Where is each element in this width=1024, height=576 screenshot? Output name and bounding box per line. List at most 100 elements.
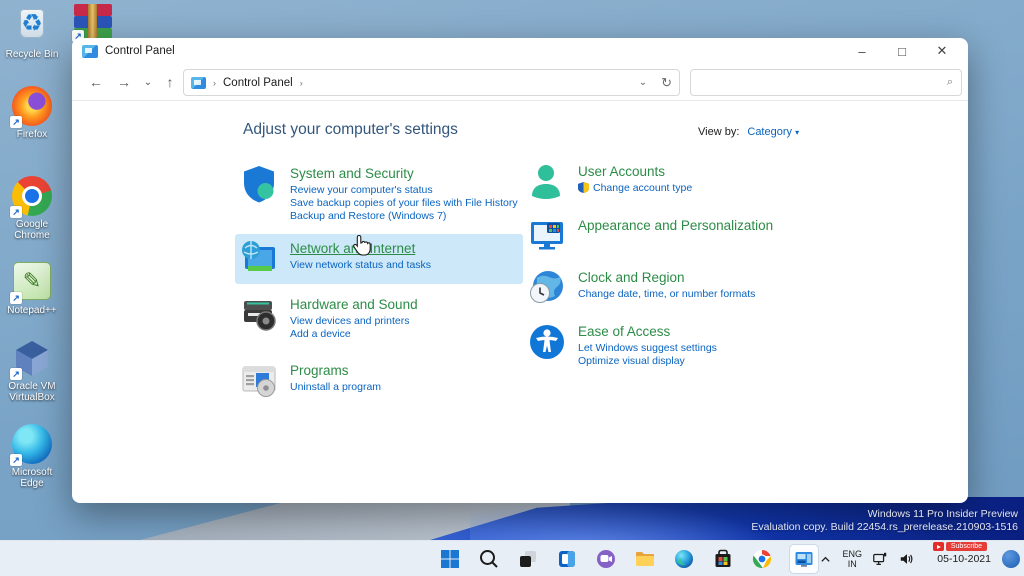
start-button[interactable] (438, 547, 462, 571)
category-link[interactable]: Uninstall a program (290, 381, 381, 394)
insider-watermark: Windows 11 Pro Insider Preview Evaluatio… (751, 508, 1018, 534)
hardware-sound-icon[interactable] (239, 295, 279, 335)
desktop-icon-microsoft-edge[interactable]: ↗ Microsoft Edge (2, 424, 62, 489)
desktop-icon-google-chrome[interactable]: ↗ Google Chrome (2, 176, 62, 241)
page-heading: Adjust your computer's settings (243, 121, 458, 139)
category-link[interactable]: View network status and tasks (290, 259, 431, 272)
category-link[interactable]: Backup and Restore (Windows 7) (290, 210, 518, 223)
address-dropdown-icon[interactable]: ⌄ (639, 77, 647, 88)
title-bar[interactable]: Control Panel – □ ✕ (72, 38, 968, 64)
appearance-personalization-icon[interactable] (527, 216, 567, 256)
user-accounts-icon[interactable] (527, 162, 567, 202)
category-link[interactable]: Change date, time, or number formats (578, 288, 755, 301)
category-title[interactable]: Programs (290, 363, 349, 378)
volume-icon[interactable] (898, 547, 916, 571)
recent-locations-button[interactable]: ⌄ (136, 69, 160, 95)
channel-avatar-overlay (1002, 550, 1020, 568)
category-link[interactable]: View devices and printers (290, 315, 418, 328)
language-indicator[interactable]: ENGIN (842, 549, 862, 569)
category-title[interactable]: Appearance and Personalization (578, 218, 773, 233)
desktop-icon-virtualbox[interactable]: ↗ Oracle VM VirtualBox (2, 338, 62, 403)
close-button[interactable]: ✕ (922, 38, 962, 64)
desktop-icon-label: Recycle Bin (2, 49, 62, 60)
desktop-icon-label: Google Chrome (2, 219, 62, 241)
mouse-cursor-hand (352, 234, 371, 256)
microsoft-store-icon[interactable] (711, 547, 735, 571)
clock-date-area[interactable]: Subscribe 05-10-2021 (925, 553, 991, 565)
category-title[interactable]: System and Security (290, 166, 414, 181)
tray-date: 05-10-2021 (925, 553, 991, 565)
programs-icon[interactable] (239, 361, 279, 401)
category-title[interactable]: User Accounts (578, 164, 665, 179)
breadcrumb-separator: › (213, 78, 216, 88)
search-taskbar-icon[interactable] (477, 547, 501, 571)
control-panel-app-icon (82, 45, 98, 58)
desktop-icon-winrar[interactable]: ↗ (74, 4, 112, 40)
file-explorer-icon[interactable] (633, 547, 657, 571)
desktop-icon-recycle-bin[interactable]: ♻ Recycle Bin (2, 6, 62, 60)
taskbar: ENGIN Subscribe 05-10-2021 (0, 540, 1024, 576)
shortcut-arrow-icon: ↗ (10, 116, 22, 128)
tray-overflow-chevron-icon[interactable] (817, 547, 833, 571)
category-title[interactable]: Hardware and Sound (290, 297, 418, 312)
network-internet-icon[interactable] (239, 239, 279, 279)
breadcrumb-root-icon (191, 77, 206, 89)
view-by-label: View by: (698, 126, 739, 138)
address-bar[interactable]: › Control Panel › ⌄ ↻ (183, 69, 680, 96)
category-title[interactable]: Clock and Region (578, 270, 685, 285)
category-link[interactable]: Review your computer's status (290, 184, 518, 197)
refresh-icon[interactable]: ↻ (661, 75, 672, 91)
ease-of-access-icon[interactable] (527, 322, 567, 362)
system-security-icon[interactable] (239, 164, 279, 204)
category-link[interactable]: Optimize visual display (578, 355, 717, 368)
maximize-button[interactable]: □ (882, 38, 922, 64)
navigation-bar: ← → ⌄ ↑ › Control Panel › ⌄ ↻ ⌕ (72, 64, 968, 101)
subscribe-badge: Subscribe (946, 542, 987, 551)
chrome-taskbar-icon[interactable] (750, 547, 774, 571)
desktop-icon-label: Microsoft Edge (2, 467, 62, 489)
edge-taskbar-icon[interactable] (672, 547, 696, 571)
desktop-icon-firefox[interactable]: ↗ Firefox (2, 86, 62, 140)
category-link[interactable]: Let Windows suggest settings (578, 342, 717, 355)
watermark-line1: Windows 11 Pro Insider Preview (751, 508, 1018, 521)
shortcut-arrow-icon: ↗ (10, 206, 22, 218)
breadcrumb-separator[interactable]: › (300, 78, 303, 88)
category-hardware-and-sound: Hardware and Sound View devices and prin… (235, 290, 523, 346)
category-link[interactable]: Add a device (290, 328, 418, 341)
category-link[interactable]: Change account type (578, 182, 692, 195)
category-user-accounts: User Accounts Change account type (523, 157, 823, 207)
categories-left-column: System and Security Review your computer… (235, 159, 523, 406)
shortcut-arrow-icon: ↗ (10, 368, 22, 380)
task-view-icon[interactable] (516, 547, 540, 571)
category-programs: Programs Uninstall a program (235, 356, 523, 406)
youtube-icon (933, 542, 944, 551)
chevron-down-icon: ▾ (795, 128, 799, 137)
widgets-icon[interactable] (555, 547, 579, 571)
category-ease-of-access: Ease of Access Let Windows suggest setti… (523, 317, 823, 373)
control-panel-taskbar-icon[interactable] (789, 544, 819, 574)
desktop-icon-label: Oracle VM VirtualBox (2, 381, 62, 403)
chat-icon[interactable] (594, 547, 618, 571)
desktop-icon-notepadpp[interactable]: ✎ ↗ Notepad++ (2, 262, 62, 316)
taskbar-center-icons (438, 541, 819, 576)
breadcrumb-control-panel[interactable]: Control Panel (223, 77, 293, 89)
view-by-dropdown[interactable]: Category ▾ (747, 126, 799, 138)
network-icon[interactable] (871, 547, 889, 571)
window-title: Control Panel (105, 45, 175, 57)
watermark-line2: Evaluation copy. Build 22454.rs_prerelea… (751, 521, 1018, 534)
recycle-bin-icon: ♻ (20, 9, 44, 38)
category-title[interactable]: Ease of Access (578, 324, 670, 339)
up-button[interactable]: ↑ (158, 69, 182, 95)
category-network-and-internet[interactable]: Network and Internet View network status… (235, 234, 523, 284)
back-button[interactable]: ← (84, 69, 108, 95)
control-panel-content: Adjust your computer's settings View by:… (72, 101, 968, 502)
search-input[interactable] (699, 77, 947, 89)
category-link[interactable]: Save backup copies of your files with Fi… (290, 197, 518, 210)
uac-shield-icon (578, 182, 589, 193)
forward-button[interactable]: → (112, 69, 136, 95)
clock-region-icon[interactable] (527, 268, 567, 308)
search-box[interactable]: ⌕ (690, 69, 962, 96)
category-appearance-personalization: Appearance and Personalization (523, 211, 823, 261)
minimize-button[interactable]: – (842, 38, 882, 64)
system-tray: ENGIN Subscribe 05-10-2021 (817, 541, 1020, 576)
